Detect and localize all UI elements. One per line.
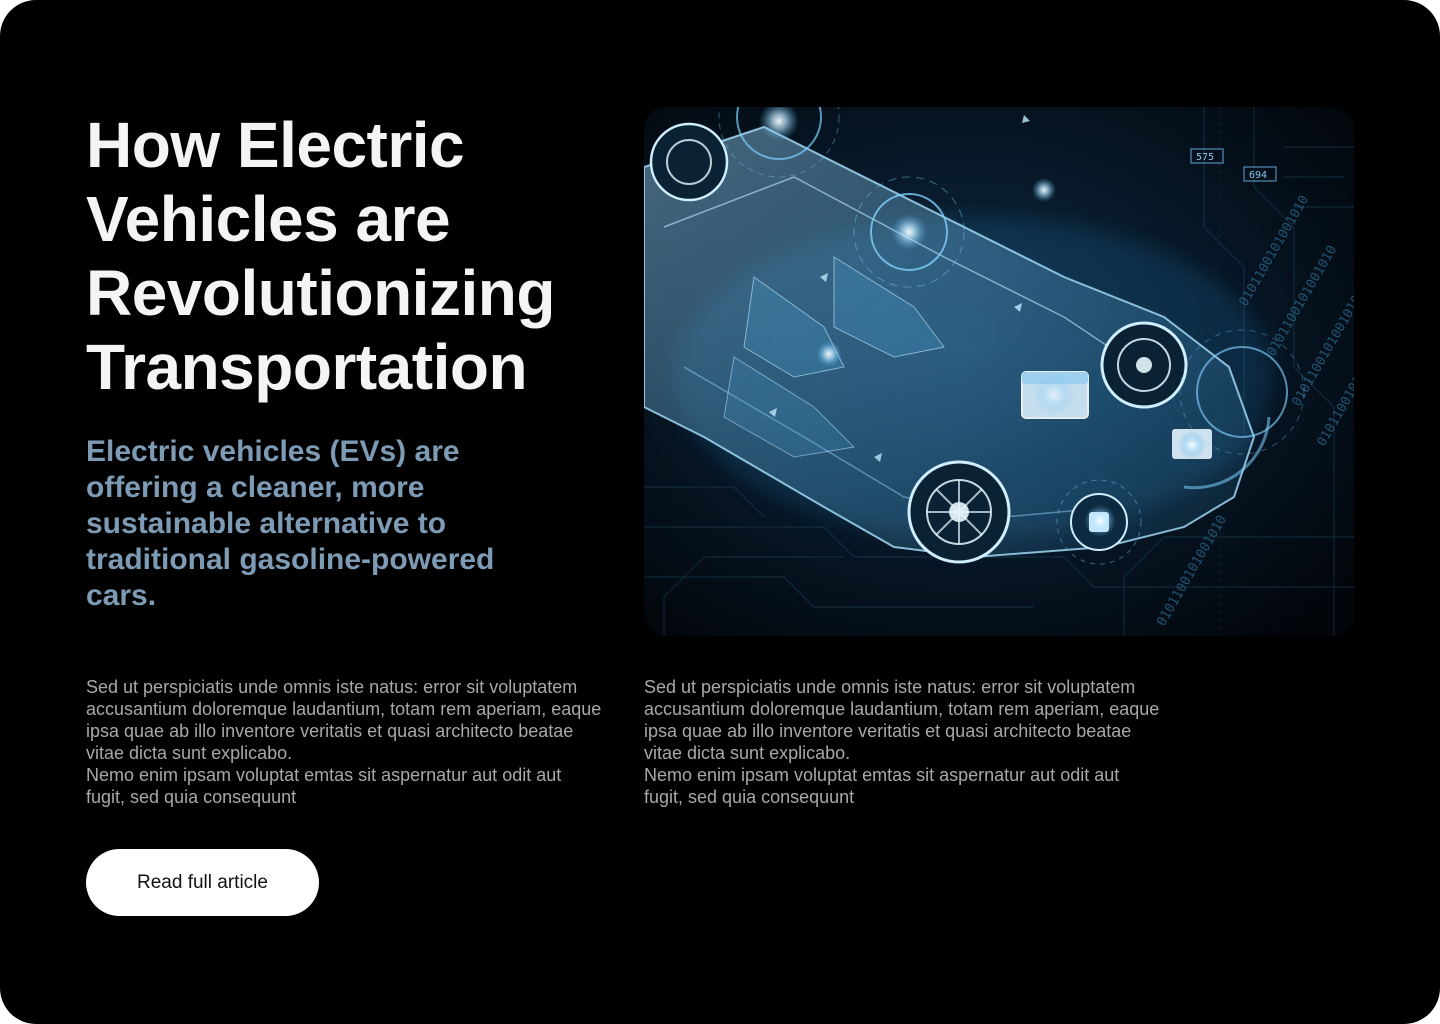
car-xray-illustration: 0101100101001010 0101100101001010 010110…: [644, 107, 1354, 636]
article-headline: How Electric Vehicles are Revolutionizin…: [86, 109, 555, 403]
svg-text:694: 694: [1249, 170, 1267, 181]
svg-text:575: 575: [1196, 152, 1214, 163]
article-body-right: Sed ut perspiciatis unde omnis iste natu…: [644, 677, 1160, 807]
article-card: How Electric Vehicles are Revolutionizin…: [0, 0, 1440, 1024]
article-subheading: Electric vehicles (EVs) are offering a c…: [86, 435, 495, 612]
read-full-article-button[interactable]: Read full article: [86, 849, 319, 916]
article-body-left: Sed ut perspiciatis unde omnis iste natu…: [86, 677, 602, 807]
hero-image: 0101100101001010 0101100101001010 010110…: [644, 107, 1354, 636]
